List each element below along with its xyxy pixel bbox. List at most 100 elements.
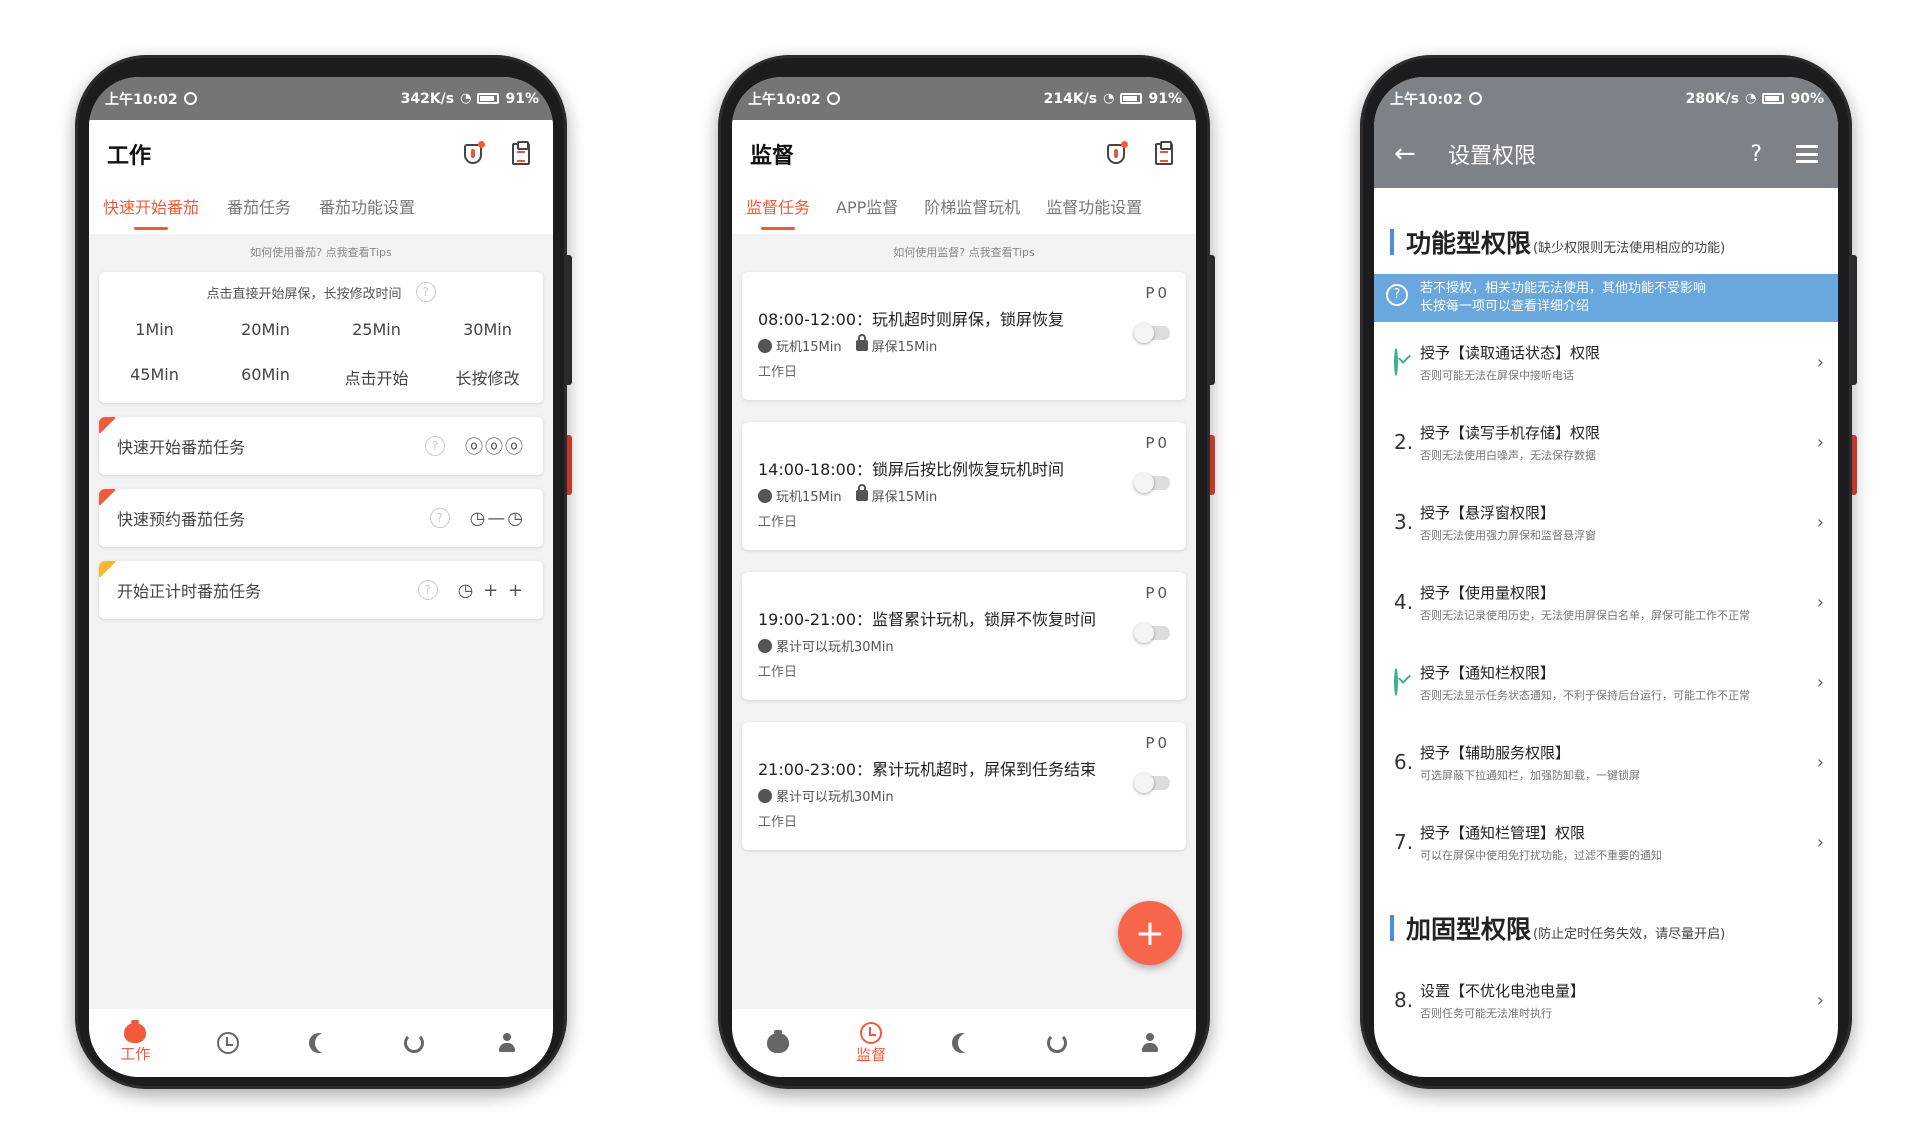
task-count-up[interactable]: 开始正计时番茄任务 ? ◷ + + — [99, 561, 543, 619]
option-20min[interactable]: 20Min — [210, 320, 321, 339]
nav-profile[interactable] — [1120, 1033, 1180, 1053]
permission-item[interactable]: 6. 授予【辅助服务权限】 可选屏蔽下拉通知栏，加强防卸载，一键锁屏 › — [1374, 722, 1838, 802]
permission-item[interactable]: 2. 授予【读写手机存储】权限 否则无法使用白噪声，无法保存数据 › — [1374, 402, 1838, 482]
tips-link[interactable]: 如何使用监督? 点我查看Tips — [732, 234, 1196, 272]
side-key — [1210, 435, 1215, 495]
permission-item[interactable]: 8. 设置【不优化电池电量】 否则任务可能无法准时执行 › — [1374, 960, 1838, 1040]
bottom-nav: 工作 — [89, 1009, 553, 1077]
granted-marker — [1394, 348, 1420, 376]
help-icon[interactable]: ? — [425, 436, 445, 456]
clipboard-button[interactable] — [507, 140, 535, 168]
permission-item[interactable]: 3. 授予【悬浮窗权限】 否则无法使用强力屏保和监督悬浮窗 › — [1374, 482, 1838, 562]
back-arrow-icon[interactable]: ← — [1394, 139, 1434, 169]
permission-title: 授予【读取通话状态】权限 — [1420, 343, 1601, 362]
permission-desc: 可选屏蔽下拉通知栏，加强防卸载，一键锁屏 — [1420, 768, 1640, 782]
task-title: 21:00-23:00：累计玩机超时，屏保到任务结束 — [758, 760, 1096, 779]
nav-work[interactable]: 工作 — [105, 1019, 165, 1064]
permission-item[interactable]: 4. 授予【使用量权限】 否则无法记录使用历史，无法使用屏保白名单，屏保可能工作不… — [1374, 562, 1838, 642]
option-30min[interactable]: 30Min — [432, 320, 543, 339]
nav-profile[interactable] — [477, 1033, 537, 1053]
option-1min[interactable]: 1Min — [99, 320, 210, 339]
item-number: 6. — [1394, 750, 1414, 774]
shield-button[interactable] — [1102, 140, 1130, 168]
clock-icon — [217, 1032, 240, 1054]
help-icon[interactable]: ? — [429, 508, 450, 528]
tips-link[interactable]: 如何使用番茄? 点我查看Tips — [89, 234, 553, 272]
clock-icon — [860, 1021, 883, 1044]
tab-supervise-tasks[interactable]: 监督任务 — [746, 188, 810, 218]
tab-app-supervise[interactable]: APP监督 — [836, 188, 898, 218]
lock-time: 屏保15Min — [871, 340, 938, 355]
permission-desc: 否则无法使用强力屏保和监督悬浮窗 — [1420, 528, 1596, 542]
check-icon — [1394, 348, 1398, 376]
notification-dot — [1121, 141, 1128, 148]
task-toggle[interactable] — [1134, 473, 1170, 493]
notification-dot — [478, 141, 485, 148]
page-title: 监督 — [750, 144, 795, 169]
battery-icon — [1120, 93, 1143, 104]
shield-button[interactable] — [459, 140, 487, 168]
nav-supervise[interactable] — [198, 1032, 258, 1054]
tab-bar: 快速开始番茄 番茄任务 番茄功能设置 — [89, 188, 553, 234]
add-task-button[interactable]: + — [1118, 901, 1182, 965]
section-reinforce-header: 加固型权限 (防止定时任务失效，请尽量开启) — [1374, 882, 1838, 960]
permission-item[interactable]: 7. 授予【通知栏管理】权限 可以在屏保中使用免打扰功能，过滤不重要的通知 › — [1374, 802, 1838, 882]
tab-tomato-tasks[interactable]: 番茄任务 — [227, 188, 291, 218]
supervise-task-card[interactable]: P0 21:00-23:00：累计玩机超时，屏保到任务结束 累计可以玩机30Mi… — [742, 722, 1186, 850]
permission-desc: 否则任务可能无法准时执行 — [1420, 1006, 1552, 1020]
supervise-task-card[interactable]: P0 19:00-21:00：监督累计玩机，锁屏不恢复时间 累计可以玩机30Mi… — [742, 572, 1186, 700]
help-icon[interactable]: ? — [417, 580, 438, 600]
option-long-press[interactable]: 长按修改 — [432, 365, 543, 389]
task-scheduled[interactable]: 快速预约番茄任务 ? ◷—◷ — [99, 489, 543, 547]
list-icon[interactable] — [1796, 145, 1818, 163]
clipboard-button[interactable] — [1150, 140, 1178, 168]
permission-desc: 否则可能无法在屏保中接听电话 — [1420, 368, 1574, 382]
tab-tomato-settings[interactable]: 番茄功能设置 — [319, 188, 415, 218]
option-click-start[interactable]: 点击开始 — [321, 365, 432, 389]
task-toggle[interactable] — [1134, 773, 1170, 793]
priority-label: P0 — [1145, 284, 1170, 302]
option-60min[interactable]: 60Min — [210, 365, 321, 389]
task-label: 开始正计时番茄任务 — [117, 582, 262, 601]
permission-item[interactable]: 授予【通知栏权限】 否则无法显示任务状态通知，不利于保持后台运行，可能工作不正常 … — [1374, 642, 1838, 722]
priority-label: P0 — [1145, 734, 1170, 752]
permission-desc: 否则无法显示任务状态通知，不利于保持后台运行，可能工作不正常 — [1420, 688, 1750, 702]
task-toggle[interactable] — [1134, 323, 1170, 343]
battery-icon — [477, 93, 500, 104]
nav-loop[interactable] — [1027, 1033, 1087, 1053]
permission-title: 授予【使用量权限】 — [1420, 583, 1556, 602]
supervise-task-card[interactable]: P0 14:00-18:00：锁屏后按比例恢复玩机时间 玩机15Min 屏保15M… — [742, 422, 1186, 550]
clock-range-icon: ◷—◷ — [469, 507, 525, 529]
help-button[interactable]: ? — [1750, 142, 1762, 167]
chevron-right-icon: › — [1816, 831, 1824, 853]
nav-sleep[interactable] — [934, 1033, 994, 1053]
supervise-task-card[interactable]: P0 08:00-12:00：玩机超时则屏保，锁屏恢复 玩机15Min 屏保15M… — [742, 272, 1186, 400]
status-bar: 上午10:02 342K/s ◔ 91% — [89, 77, 553, 120]
nav-work[interactable] — [748, 1030, 808, 1053]
permission-desc: 否则无法记录使用历史，无法使用屏保白名单，屏保可能工作不正常 — [1420, 608, 1750, 622]
option-45min[interactable]: 45Min — [99, 365, 210, 389]
task-meta: 累计可以玩机30Min — [758, 636, 1170, 655]
granted-marker — [1394, 668, 1420, 696]
banner-line-2: 长按每一项可以查看详细介绍 — [1420, 299, 1590, 314]
tab-supervise-settings[interactable]: 监督功能设置 — [1046, 188, 1142, 218]
nav-sleep[interactable] — [291, 1033, 351, 1053]
task-toggle[interactable] — [1134, 623, 1170, 643]
quick-start-card: 点击直接开始屏保，长按修改时间? 1Min 20Min 25Min 30Min … — [99, 272, 543, 403]
tab-quick-start[interactable]: 快速开始番茄 — [103, 188, 199, 218]
tab-bar: 监督任务 APP监督 阶梯监督玩机 监督功能设置 — [732, 188, 1196, 234]
chevron-right-icon: › — [1816, 989, 1824, 1011]
task-quick-start[interactable]: 快速开始番茄任务 ? ⓞⓞⓞ — [99, 417, 543, 475]
item-number: 7. — [1394, 830, 1414, 854]
person-icon — [1140, 1033, 1160, 1053]
nav-supervise[interactable]: 监督 — [841, 1021, 901, 1065]
nav-loop[interactable] — [384, 1033, 444, 1053]
task-day: 工作日 — [758, 365, 798, 380]
option-25min[interactable]: 25Min — [321, 320, 432, 339]
help-icon[interactable]: ? — [415, 282, 436, 302]
wifi-icon: ◔ — [1103, 91, 1115, 106]
corner-tag — [99, 489, 116, 506]
permission-item[interactable]: 授予【读取通话状态】权限 否则可能无法在屏保中接听电话 › — [1374, 322, 1838, 402]
tab-ladder-supervise[interactable]: 阶梯监督玩机 — [924, 188, 1020, 218]
app-bar: 工作 — [89, 120, 553, 188]
